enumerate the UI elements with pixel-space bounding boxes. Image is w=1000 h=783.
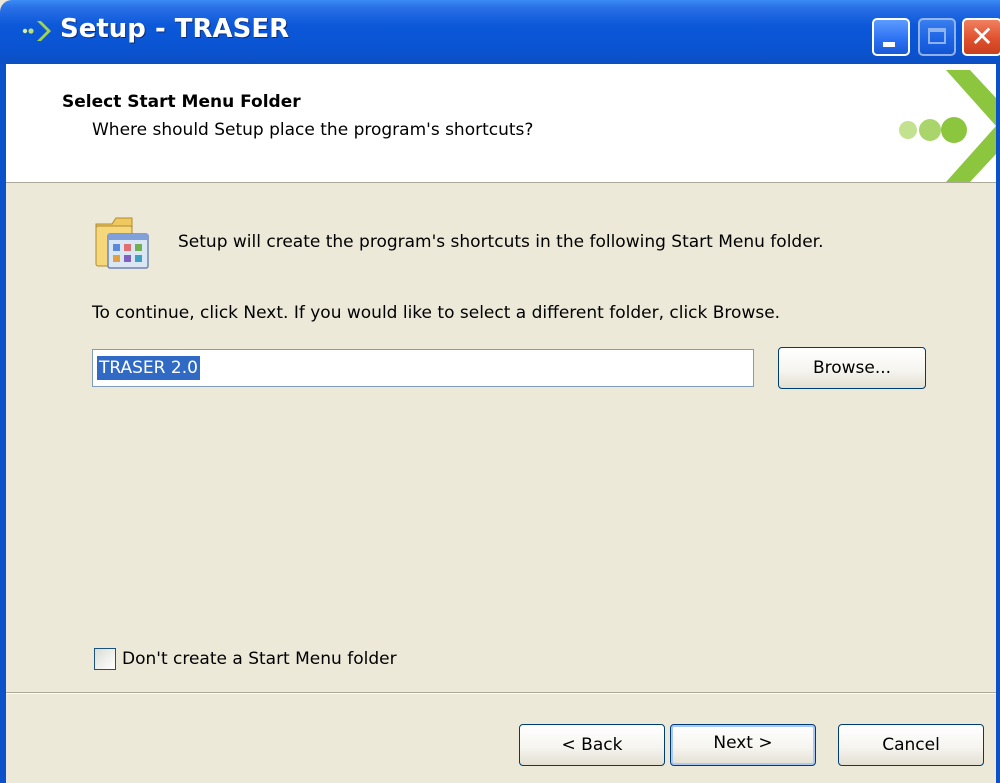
maximize-icon: [928, 28, 946, 44]
green-dots-arrow-icon: [899, 70, 996, 182]
setup-window: Setup - TRASER ✕ Select Start Menu Folde…: [0, 0, 1000, 783]
minimize-button[interactable]: [872, 18, 910, 56]
footer-separator: [6, 692, 996, 694]
start-menu-folder-icon: [95, 217, 149, 269]
intro-text: Setup will create the program's shortcut…: [178, 232, 824, 252]
no-start-menu-folder-checkbox[interactable]: [94, 648, 116, 670]
folder-input-value[interactable]: TRASER 2.0: [97, 356, 200, 380]
minimize-icon: [883, 42, 895, 47]
next-button[interactable]: Next >: [670, 724, 816, 766]
title-bar[interactable]: Setup - TRASER ✕: [0, 0, 1000, 64]
page-title: Select Start Menu Folder: [62, 92, 301, 112]
maximize-button[interactable]: [918, 18, 956, 56]
browse-button[interactable]: Browse...: [778, 347, 926, 389]
continue-hint: To continue, click Next. If you would li…: [92, 303, 781, 323]
close-button[interactable]: ✕: [962, 18, 1000, 56]
page-subtitle: Where should Setup place the program's s…: [92, 120, 534, 140]
window-title: Setup - TRASER: [60, 14, 290, 44]
window-frame-right: [996, 64, 1000, 783]
start-menu-folder-input[interactable]: TRASER 2.0: [92, 349, 754, 387]
close-icon: ✕: [970, 20, 994, 53]
wizard-header: Select Start Menu Folder Where should Se…: [6, 64, 996, 183]
setup-arrow-icon: [22, 21, 51, 41]
back-button[interactable]: < Back: [519, 724, 665, 766]
no-start-menu-folder-label[interactable]: Don't create a Start Menu folder: [122, 649, 397, 669]
cancel-button[interactable]: Cancel: [838, 724, 984, 766]
